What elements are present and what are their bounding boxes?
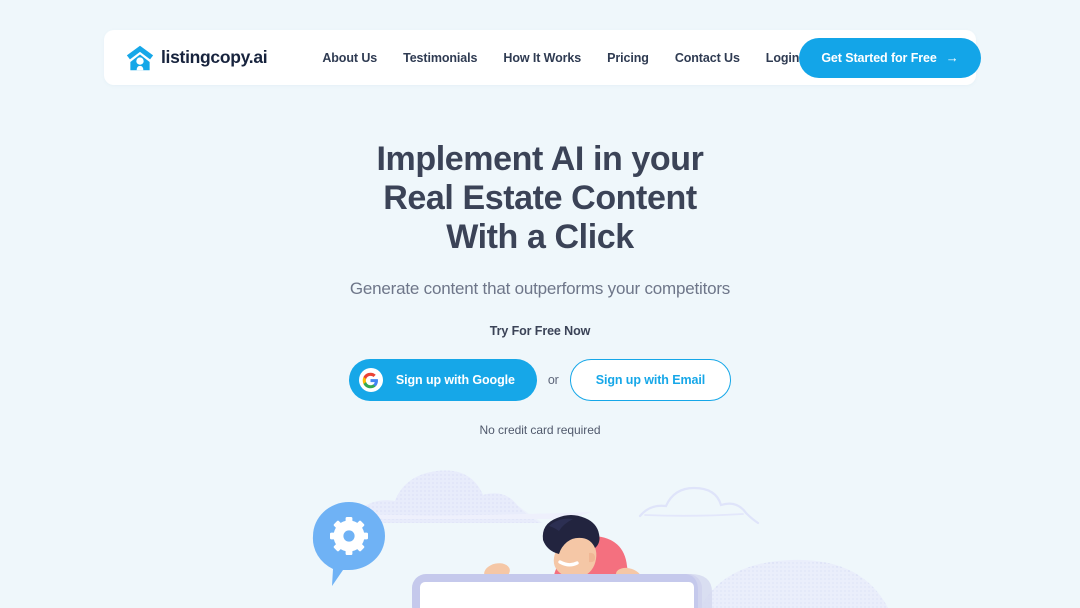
sign-up-with-email-label: Sign up with Email <box>595 373 706 387</box>
logo-text: listingcopy.ai <box>161 47 268 67</box>
page-title: Implement AI in your Real Estate Content… <box>0 140 1080 257</box>
nav-item-login[interactable]: Login <box>766 51 800 65</box>
gear-speech-bubble-icon <box>312 502 385 586</box>
headline-line-2: Real Estate Content <box>383 179 697 217</box>
person-illustration <box>484 515 643 587</box>
house-icon <box>126 45 154 70</box>
cloud-corner-icon <box>700 559 888 608</box>
get-started-button[interactable]: Get Started for Free → <box>799 37 981 78</box>
google-icon <box>358 368 383 392</box>
cloud-outline-icon <box>638 486 760 525</box>
headline-line-3: With a Click <box>446 218 634 256</box>
logo[interactable]: listingcopy.ai <box>126 44 268 72</box>
try-for-free-label: Try For Free Now <box>489 324 591 338</box>
page-root: listingcopy.ai About Us Testimonials How… <box>0 0 1080 608</box>
main-nav: About Us Testimonials How It Works Prici… <box>322 51 799 65</box>
site-header: listingcopy.ai About Us Testimonials How… <box>104 30 981 85</box>
nav-item-how-it-works[interactable]: How It Works <box>503 51 581 65</box>
sign-up-with-google-button[interactable]: Sign up with Google <box>348 359 537 401</box>
nav-item-about-us[interactable]: About Us <box>322 51 377 65</box>
signup-options: Sign up with Google or Sign up with Emai… <box>0 359 1080 401</box>
laptop-illustration <box>412 574 712 608</box>
no-credit-card-note: No credit card required <box>479 423 601 437</box>
cloud-icon <box>353 470 591 523</box>
headline-line-1: Implement AI in your <box>376 140 704 178</box>
hero-section: Implement AI in your Real Estate Content… <box>0 140 1080 437</box>
sign-up-with-email-button[interactable]: Sign up with Email <box>569 359 732 401</box>
arrow-right-icon: → <box>945 50 959 65</box>
nav-item-pricing[interactable]: Pricing <box>607 51 649 65</box>
hero-subtitle: Generate content that outperforms your c… <box>349 279 731 298</box>
nav-item-contact-us[interactable]: Contact Us <box>675 51 740 65</box>
get-started-label: Get Started for Free <box>821 50 937 65</box>
or-divider-label: or <box>547 373 559 387</box>
nav-item-testimonials[interactable]: Testimonials <box>403 51 477 65</box>
sign-up-with-google-label: Sign up with Google <box>395 373 515 387</box>
hero-illustration <box>312 470 888 608</box>
